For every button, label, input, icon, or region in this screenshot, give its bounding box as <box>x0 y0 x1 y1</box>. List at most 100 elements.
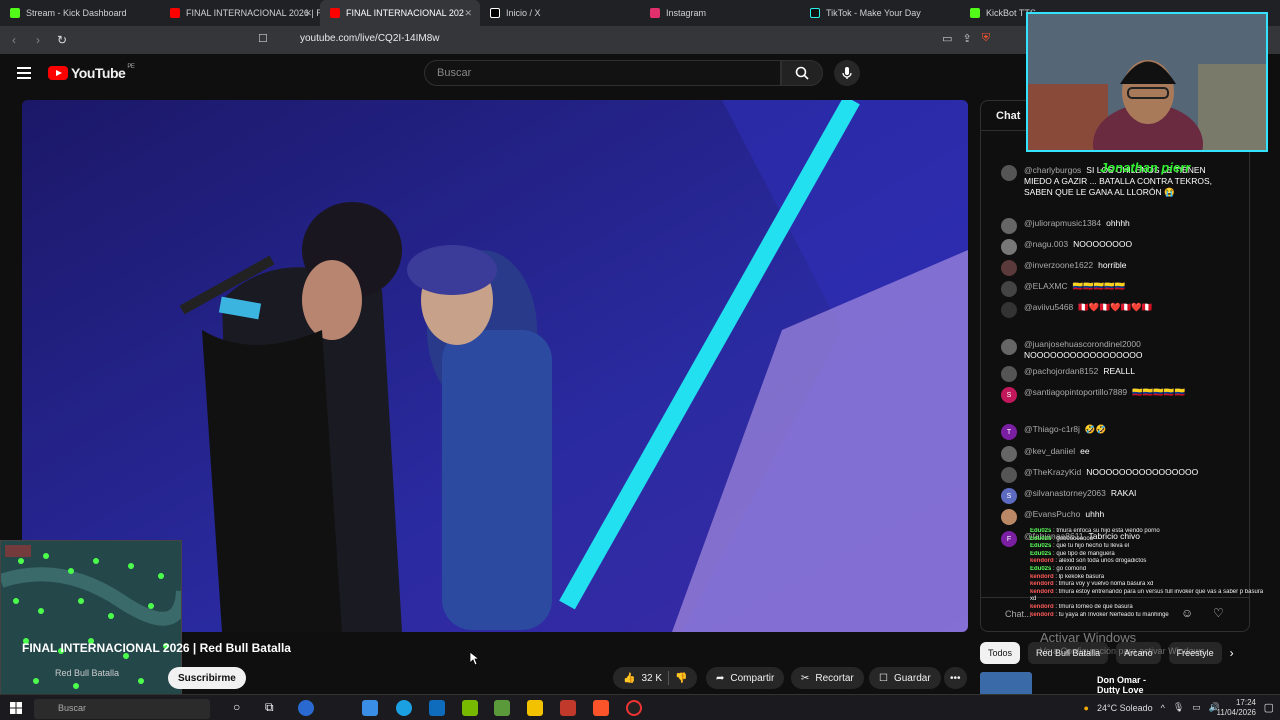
tab-final-internacional[interactable]: FINAL INTERNACIONAL 2026 | R ✕ <box>160 0 320 26</box>
taskbar-clock[interactable]: 17:24 11/04/2026 <box>1217 698 1256 718</box>
x-icon <box>490 8 500 18</box>
close-icon[interactable]: ✕ <box>464 8 472 19</box>
folder-icon[interactable] <box>527 700 543 716</box>
bookmark-icon[interactable]: ☐ <box>258 32 268 45</box>
avatar: S <box>1001 488 1017 504</box>
address-bar[interactable]: youtube.com/live/CQ2I-14IM8w <box>300 33 440 44</box>
store-icon[interactable] <box>362 700 378 716</box>
search-input[interactable]: Buscar <box>424 60 781 86</box>
weather-label[interactable]: 24°C Soleado <box>1097 703 1153 713</box>
chat-message: @TheKrazyKid NOOOOOOOOOOOOOOOO <box>1001 467 1221 483</box>
like-count[interactable]: 32 K <box>641 673 662 684</box>
avatar <box>1001 467 1017 483</box>
youtube-logo[interactable]: YouTube PE <box>48 64 135 81</box>
avatar <box>1001 260 1017 276</box>
subscribe-button[interactable]: Suscribirme <box>168 667 246 689</box>
windows-start-icon[interactable] <box>10 702 22 714</box>
save-button[interactable]: ☐ Guardar <box>869 667 941 689</box>
app-icon[interactable] <box>298 700 314 716</box>
share-icon[interactable]: ⇪ <box>963 32 972 45</box>
avatar <box>1001 339 1017 355</box>
chat-message: S @santiagopintoportillo7889 🇨🇴🇨🇴🇨🇴🇨🇴🇨🇴 <box>1001 387 1221 403</box>
chat-message: @nagu.003 NOOOOOOOO <box>1001 239 1221 255</box>
tiktok-icon <box>810 8 820 18</box>
chat-message: S @silvanastorney2063 RAKAI <box>1001 488 1221 504</box>
kick-icon <box>970 8 980 18</box>
overlay-chat-line: Edu02s : que tu hijo hecho tu lleva el <box>1030 543 1130 550</box>
channel-name[interactable]: Red Bull Batalla <box>55 668 119 678</box>
video-title: FINAL INTERNACIONAL 2026 | Red Bull Bata… <box>22 641 291 655</box>
youtube-icon <box>330 8 340 18</box>
avatar <box>1001 281 1017 297</box>
windows-taskbar: Buscar ○ ⧉ ● 24°C Soleado ^ 🎙 ▭ 🔊 17:24 … <box>0 694 1280 720</box>
hamburger-menu-icon[interactable] <box>17 67 31 79</box>
task-view-icon[interactable]: ⧉ <box>265 700 274 715</box>
cast-icon[interactable]: ▭ <box>942 32 952 45</box>
overlay-chat-line: kendord : tmura voy y vuelvo noma basura… <box>1030 581 1154 588</box>
chevron-right-icon[interactable]: › <box>1230 642 1234 664</box>
scissors-icon: ✂ <box>801 672 810 684</box>
overlay-chat-line: kendord : tu yaya ah Invoker Nerfeado tu… <box>1030 611 1169 618</box>
chip-all[interactable]: Todos <box>980 642 1021 664</box>
tab-final-internacional-active[interactable]: FINAL INTERNACIONAL 202 ✕ <box>320 0 480 26</box>
microphone-icon[interactable]: 🎙 <box>1173 702 1184 713</box>
reload-icon[interactable]: ↻ <box>52 30 72 50</box>
taskbar-search[interactable]: Buscar <box>34 699 210 719</box>
share-arrow-icon: ➦ <box>716 672 725 684</box>
overlay-chat-line: kendord : tmura torneo de que basura <box>1030 603 1133 610</box>
mail-icon[interactable] <box>429 700 445 716</box>
edge-icon[interactable] <box>396 700 412 716</box>
webcam-overlay: Jonathan pierr <box>1026 12 1268 152</box>
chat-message: @juanjosehuascorondinel2000 NOOOOOOOOOOOO… <box>1001 339 1221 361</box>
chat-message: @juliorapmusic1384 ohhhh <box>1001 218 1221 234</box>
avatar <box>1001 446 1017 462</box>
app-icon[interactable] <box>560 700 576 716</box>
tab-x[interactable]: Inicio / X <box>480 0 640 26</box>
tab-instagram[interactable]: Instagram <box>640 0 800 26</box>
like-icon[interactable]: 👍 <box>623 673 635 684</box>
kick-chat-overlay: Edu02s : tmura enfoca su hijo esta viend… <box>1030 528 1264 619</box>
youtube-play-icon <box>48 66 68 80</box>
webcam-feed <box>1028 14 1266 150</box>
weather-icon: ● <box>1083 702 1089 713</box>
search-button[interactable] <box>781 60 823 86</box>
clip-button[interactable]: ✂ Recortar <box>791 667 864 689</box>
bookmark-icon: ☐ <box>879 672 888 684</box>
share-button[interactable]: ➦ Compartir <box>706 667 785 689</box>
activate-windows-title: Activar Windows <box>1040 630 1137 645</box>
minecraft-icon[interactable] <box>494 700 510 716</box>
forward-icon[interactable]: › <box>28 30 48 50</box>
avatar <box>1001 302 1017 318</box>
chat-message: @pachojordan8152 REALLL <box>1001 366 1221 382</box>
avatar <box>1001 165 1017 181</box>
avatar: S <box>1001 387 1017 403</box>
chat-message: @ELAXMC 🇨🇴🇨🇴🇨🇴🇨🇴🇨🇴 <box>1001 281 1221 297</box>
back-icon[interactable]: ‹ <box>4 30 24 50</box>
chat-message: @aviivu5468 🇵🇪❤️🇵🇪❤️🇵🇪❤️🇵🇪 <box>1001 302 1221 318</box>
youtube-icon <box>170 8 180 18</box>
notification-icon[interactable]: ▢ <box>1264 701 1274 714</box>
brave-shield-icon[interactable]: ⛨ <box>982 32 990 45</box>
overlay-chat-line: Edu02s : que tipo de manguera <box>1030 550 1115 557</box>
cortana-icon[interactable]: ○ <box>233 700 240 714</box>
tab-tiktok[interactable]: TikTok - Make Your Day <box>800 0 960 26</box>
brave-icon[interactable] <box>593 700 609 716</box>
chat-message: @kev_daniiel ee <box>1001 446 1221 462</box>
obs-icon[interactable] <box>626 700 642 716</box>
more-actions-button[interactable]: ••• <box>944 667 967 689</box>
overlay-chat-line: Edu02s : goooooooooo <box>1030 535 1094 542</box>
mouse-cursor-icon <box>470 652 480 666</box>
chevron-up-icon[interactable]: ^ <box>1161 703 1165 713</box>
overlay-chat-line: Edu02s : tmura enfoca su hijo esta viend… <box>1030 528 1160 534</box>
like-dislike-group: 👍 32 K 👎 <box>613 667 698 689</box>
dislike-icon[interactable]: 👎 <box>675 673 687 684</box>
more-icon: ••• <box>950 672 961 684</box>
chat-message: T @Thiago-c1r8j 🤣🤣 <box>1001 424 1221 440</box>
system-tray: ● 24°C Soleado ^ 🎙 ▭ 🔊 <box>1084 702 1220 713</box>
close-icon[interactable]: ✕ <box>304 8 312 19</box>
voice-search-button[interactable] <box>834 60 860 86</box>
streamer-name-tag: Jonathan pierr <box>1100 160 1191 175</box>
nvidia-icon[interactable] <box>462 700 478 716</box>
tab-kick-dashboard[interactable]: Stream - Kick Dashboard <box>0 0 160 26</box>
network-icon[interactable]: ▭ <box>1192 702 1201 713</box>
